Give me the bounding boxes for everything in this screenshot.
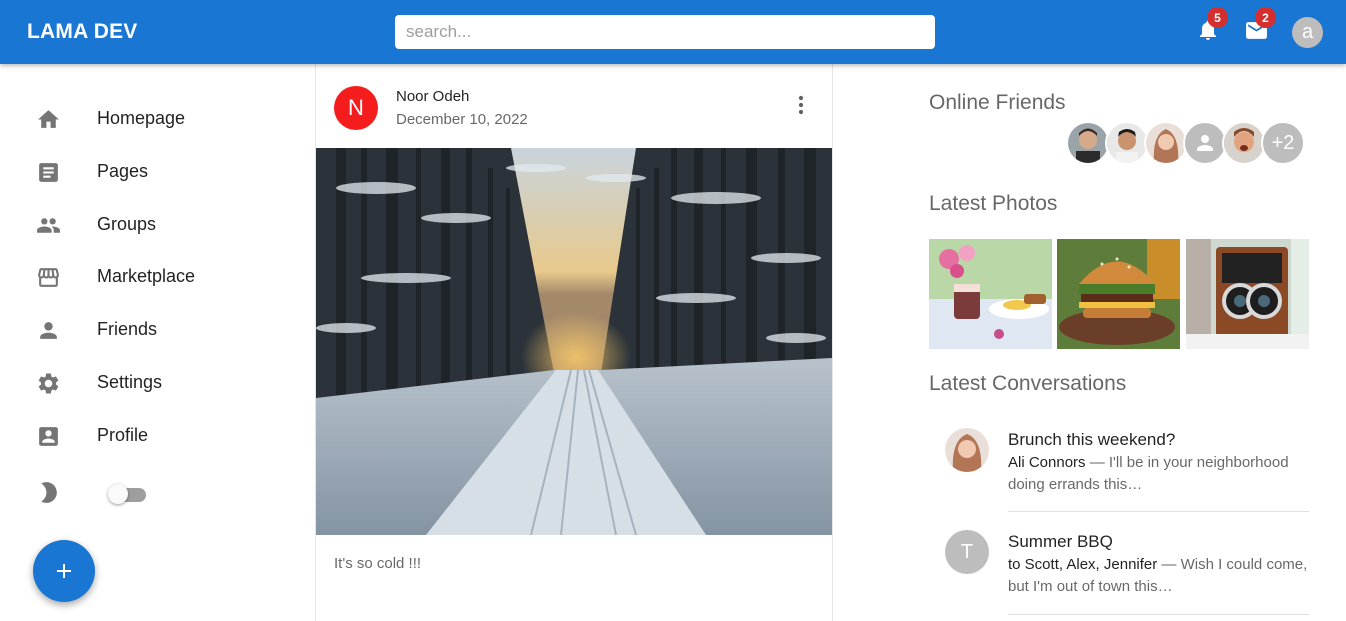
post-date: December 10, 2022 <box>396 111 528 128</box>
divider <box>1008 511 1309 512</box>
friend-avatar[interactable] <box>1183 121 1227 165</box>
messages-button[interactable]: 2 <box>1244 7 1276 44</box>
camera-photo <box>1186 239 1309 349</box>
account-box-icon <box>39 427 58 446</box>
conversation-title: Brunch this weekend? <box>1008 430 1176 449</box>
sidebar: Homepage Pages Groups Marketplace Friend… <box>0 64 315 621</box>
sidebar-item-label: Friends <box>97 319 158 339</box>
dessert-photo <box>929 239 1052 349</box>
search-input[interactable] <box>406 22 924 42</box>
contact-photo <box>945 428 989 472</box>
friend-photo <box>1146 123 1186 163</box>
friend-avatar[interactable] <box>1105 121 1149 165</box>
post-image <box>316 148 832 535</box>
online-friends-title: Online Friends <box>929 91 1066 114</box>
person-icon <box>40 322 57 339</box>
friend-avatar[interactable] <box>1144 121 1188 165</box>
logo[interactable]: LAMA DEV <box>27 20 138 44</box>
sidebar-item-profile[interactable]: Profile <box>0 410 300 463</box>
sidebar-item-label: Settings <box>97 372 163 392</box>
photo-thumbnail[interactable] <box>929 239 1052 349</box>
more-vert-icon[interactable] <box>794 94 808 116</box>
friend-avatar[interactable] <box>1066 121 1110 165</box>
article-icon <box>39 163 58 182</box>
group-icon <box>37 218 60 233</box>
friend-photo <box>1107 123 1147 163</box>
post-card: N Noor Odeh December 10, 2022 It's so co… <box>316 64 832 621</box>
conversation-preview: Ali Connors — I'll be in your neighborho… <box>1008 452 1308 496</box>
person-icon <box>1197 135 1213 151</box>
conversation-avatar <box>945 428 989 472</box>
sidebar-item-groups[interactable]: Groups <box>0 199 300 252</box>
friend-photo <box>1068 123 1108 163</box>
storefront-icon <box>38 268 59 287</box>
conversation-avatar: T <box>945 530 989 574</box>
sidebar-item-marketplace[interactable]: Marketplace <box>0 251 300 304</box>
notifications-button[interactable]: 5 <box>1196 7 1228 44</box>
friend-photo <box>1224 123 1264 163</box>
notifications-badge: 5 <box>1207 7 1228 28</box>
user-avatar[interactable]: a <box>1292 17 1323 48</box>
friends-more-count[interactable]: +2 <box>1261 121 1305 165</box>
conversation-title: Summer BBQ <box>1008 532 1113 551</box>
burger-photo <box>1057 239 1180 349</box>
sidebar-item-friends[interactable]: Friends <box>0 304 300 357</box>
latest-photos-title: Latest Photos <box>929 192 1058 215</box>
photo-thumbnail[interactable] <box>1186 239 1309 349</box>
add-post-button[interactable] <box>33 540 95 602</box>
sidebar-item-label: Groups <box>97 214 157 234</box>
conversation-item[interactable]: Brunch this weekend? Ali Connors — I'll … <box>929 424 1309 514</box>
conversation-sender: to Scott, Alex, Jennifer <box>1008 556 1158 573</box>
dark-mode-toggle[interactable] <box>108 484 148 504</box>
conversation-item[interactable]: T Summer BBQ to Scott, Alex, Jennifer — … <box>929 526 1309 618</box>
sidebar-item-label: Marketplace <box>97 266 196 286</box>
sidebar-item-homepage[interactable]: Homepage <box>0 93 300 146</box>
latest-conversations-title: Latest Conversations <box>929 372 1127 395</box>
divider <box>1008 614 1309 615</box>
home-icon <box>38 110 59 128</box>
post-author-name: Noor Odeh <box>396 88 470 105</box>
friend-avatar[interactable] <box>1222 121 1266 165</box>
post-text: It's so cold !!! <box>334 555 422 572</box>
sidebar-item-settings[interactable]: Settings <box>0 357 300 410</box>
sidebar-item-label: Homepage <box>97 108 186 128</box>
moon-icon <box>41 482 57 503</box>
sidebar-item-label: Profile <box>97 425 149 445</box>
rightbar: Online Friends +2 Latest Photos Latest C… <box>833 64 1346 621</box>
conversation-sender: Ali Connors <box>1008 454 1086 471</box>
toggle-knob <box>108 484 128 504</box>
photo-thumbnail[interactable] <box>1057 239 1180 349</box>
messages-badge: 2 <box>1255 7 1276 28</box>
app-bar: LAMA DEV 5 2 a <box>0 0 1346 64</box>
gear-icon <box>38 373 59 394</box>
plus-icon <box>57 564 71 578</box>
feed: N Noor Odeh December 10, 2022 It's so co… <box>315 64 833 621</box>
search-box[interactable] <box>395 15 935 49</box>
sidebar-item-pages[interactable]: Pages <box>0 146 300 199</box>
conversation-preview: to Scott, Alex, Jennifer — Wish I could … <box>1008 554 1308 598</box>
post-author-avatar[interactable]: N <box>334 86 378 130</box>
sidebar-item-label: Pages <box>97 161 149 181</box>
